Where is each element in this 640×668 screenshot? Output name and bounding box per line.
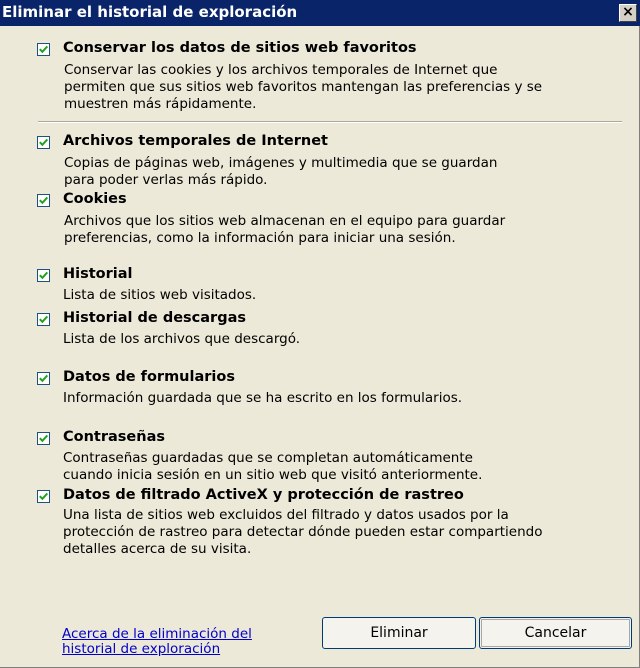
delete-button[interactable]: Eliminar	[322, 617, 476, 649]
option-description: Archivos que los sitios web almacenan en…	[64, 213, 506, 246]
checkbox-temporary-internet-files[interactable]	[37, 136, 50, 149]
about-deleting-history-link[interactable]: Acerca de la eliminación del historial d…	[62, 627, 252, 657]
checkmark-icon	[39, 374, 48, 383]
option-title: Conservar los datos de sitios web favori…	[63, 40, 417, 56]
option-title: Datos de filtrado ActiveX y protección d…	[63, 487, 464, 503]
option-title: Historial	[63, 266, 133, 282]
checkbox-download-history[interactable]	[37, 313, 50, 326]
checkbox-passwords[interactable]	[37, 432, 50, 445]
option-description: Información guardada que se ha escrito e…	[63, 390, 463, 406]
checkbox-activex-tracking-protection[interactable]	[37, 490, 50, 503]
separator	[38, 121, 622, 123]
option-description: Lista de los archivos que descargó.	[63, 331, 301, 347]
window-title: Eliminar el historial de exploración	[2, 3, 298, 21]
option-title: Archivos temporales de Internet	[63, 133, 328, 149]
option-description: Una lista de sitios web excluidos del fi…	[63, 507, 543, 557]
checkmark-icon	[39, 196, 48, 205]
option-description: Contraseñas guardadas que se completan a…	[63, 450, 483, 483]
close-button[interactable]: ×	[619, 4, 637, 22]
checkbox-history[interactable]	[37, 269, 50, 282]
checkmark-icon	[39, 492, 48, 501]
option-title: Datos de formularios	[63, 369, 235, 385]
checkmark-icon	[39, 434, 48, 443]
checkbox-preserve-favorites[interactable]	[37, 43, 50, 56]
close-icon: ×	[622, 4, 634, 20]
title-bar: Eliminar el historial de exploración ×	[0, 0, 640, 26]
option-description: Lista de sitios web visitados.	[63, 287, 257, 303]
option-title: Cookies	[63, 191, 127, 207]
checkbox-form-data[interactable]	[37, 372, 50, 385]
checkmark-icon	[39, 271, 48, 280]
option-description: Conservar las cookies y los archivos tem…	[64, 62, 543, 112]
option-title: Contraseñas	[63, 429, 165, 445]
checkbox-cookies[interactable]	[37, 194, 50, 207]
option-description: Copias de páginas web, imágenes y multim…	[64, 155, 498, 188]
cancel-button[interactable]: Cancelar	[479, 617, 632, 649]
option-title: Historial de descargas	[63, 310, 246, 326]
delete-browsing-history-dialog: Eliminar el historial de exploración × C…	[0, 0, 640, 668]
checkmark-icon	[39, 45, 48, 54]
checkmark-icon	[39, 138, 48, 147]
checkmark-icon	[39, 315, 48, 324]
